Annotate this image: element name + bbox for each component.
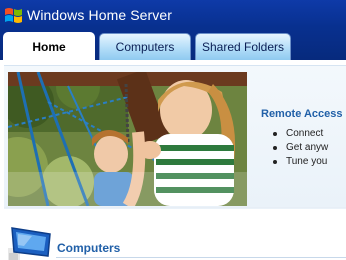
section-rule	[56, 257, 346, 258]
remote-access-list: Connect Get anyw Tune you	[272, 127, 329, 169]
remote-access-title: Remote Access	[261, 108, 343, 120]
app-title-row: Windows Home Server	[4, 4, 172, 26]
monitor-icon	[8, 226, 52, 260]
windows-flag-icon	[4, 6, 23, 25]
tab-shared-folders[interactable]: Shared Folders	[195, 33, 291, 60]
list-item: Get anyw	[272, 142, 329, 153]
children-on-swing-photo	[8, 72, 247, 206]
list-item: Tune you	[272, 156, 328, 167]
tab-bar: Home Computers Shared Folders	[0, 32, 346, 61]
home-content: Remote Access Connect Get anyw Tune you …	[0, 61, 346, 260]
computers-section-title[interactable]: Computers	[57, 241, 120, 255]
title-bar: Windows Home Server Home Computers Share…	[0, 0, 346, 61]
list-item: Connect	[272, 127, 328, 141]
app-title: Windows Home Server	[27, 7, 173, 23]
tab-computers[interactable]: Computers	[99, 33, 191, 60]
tab-home[interactable]: Home	[3, 32, 95, 61]
section-divider	[4, 207, 346, 208]
